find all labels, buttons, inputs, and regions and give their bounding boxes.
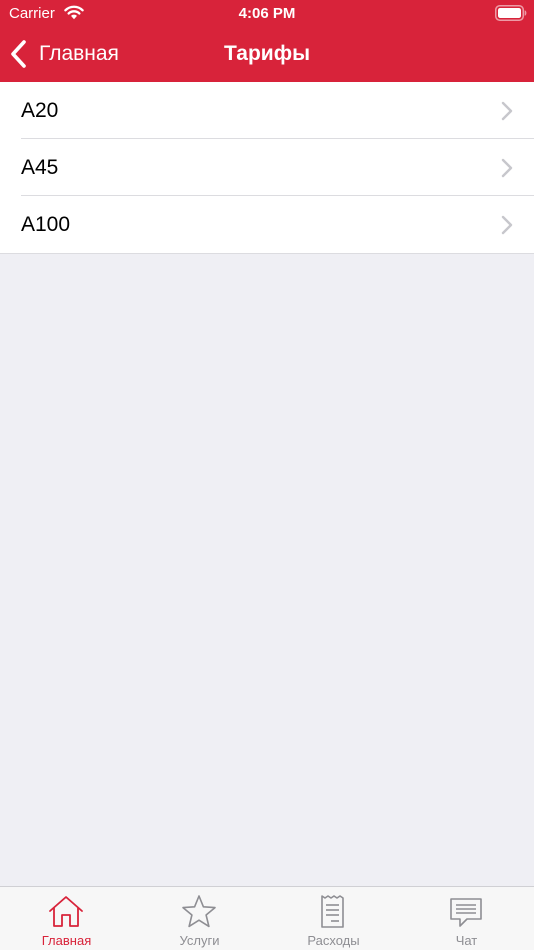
- tab-bar: Главная Услуги Расходы Чат: [0, 886, 534, 950]
- tab-services[interactable]: Услуги: [133, 887, 266, 950]
- tariff-item-a100[interactable]: A100: [0, 196, 534, 253]
- tab-expenses[interactable]: Расходы: [267, 887, 400, 950]
- chevron-right-icon: [501, 215, 513, 235]
- navigation-bar: Главная Тарифы: [0, 26, 534, 82]
- tariff-item-a45[interactable]: A45: [0, 139, 534, 196]
- status-bar: Carrier 4:06 PM: [0, 0, 534, 26]
- tab-label: Главная: [41, 933, 92, 948]
- top-header: Carrier 4:06 PM Главная Тарифы: [0, 0, 534, 82]
- tab-home[interactable]: Главная: [0, 887, 133, 950]
- chevron-right-icon: [501, 101, 513, 121]
- status-time: 4:06 PM: [238, 5, 296, 22]
- home-icon: [49, 896, 83, 927]
- page-title: Тарифы: [223, 42, 311, 65]
- star-icon: [182, 895, 216, 928]
- tab-label: Услуги: [179, 933, 220, 948]
- tab-label: Чат: [455, 933, 478, 948]
- chat-icon: [450, 898, 482, 927]
- receipt-icon: [321, 895, 344, 928]
- tariff-item-label: A20: [21, 99, 59, 122]
- tariff-list: A20 A45 A100: [0, 82, 534, 254]
- tab-chat[interactable]: Чат: [400, 887, 533, 950]
- tariff-item-label: A100: [21, 213, 71, 236]
- battery-icon: [495, 5, 527, 21]
- tariff-item-label: A45: [21, 156, 59, 179]
- chevron-right-icon: [501, 158, 513, 178]
- tariff-item-a20[interactable]: A20: [0, 82, 534, 139]
- tab-label: Расходы: [307, 933, 360, 948]
